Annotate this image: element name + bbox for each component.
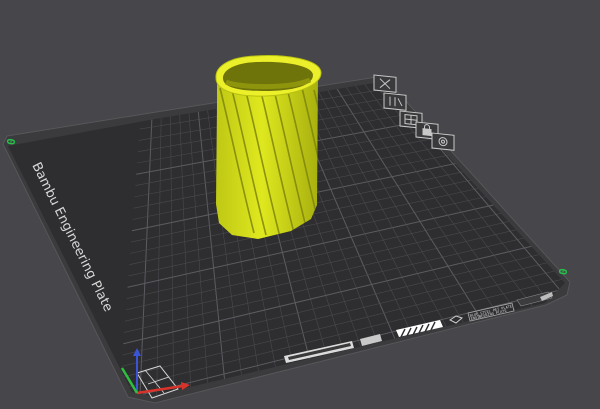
origin-marker-right: 0 <box>557 267 571 276</box>
scene-canvas: Bambu Engineering Plate 0 0 BLUE STEEL P… <box>2 55 571 404</box>
3d-viewport[interactable]: Bambu Engineering Plate 0 0 BLUE STEEL P… <box>0 0 600 409</box>
close-icon[interactable] <box>373 74 397 93</box>
compare-icon[interactable] <box>383 92 407 111</box>
gear-icon[interactable] <box>431 132 455 151</box>
